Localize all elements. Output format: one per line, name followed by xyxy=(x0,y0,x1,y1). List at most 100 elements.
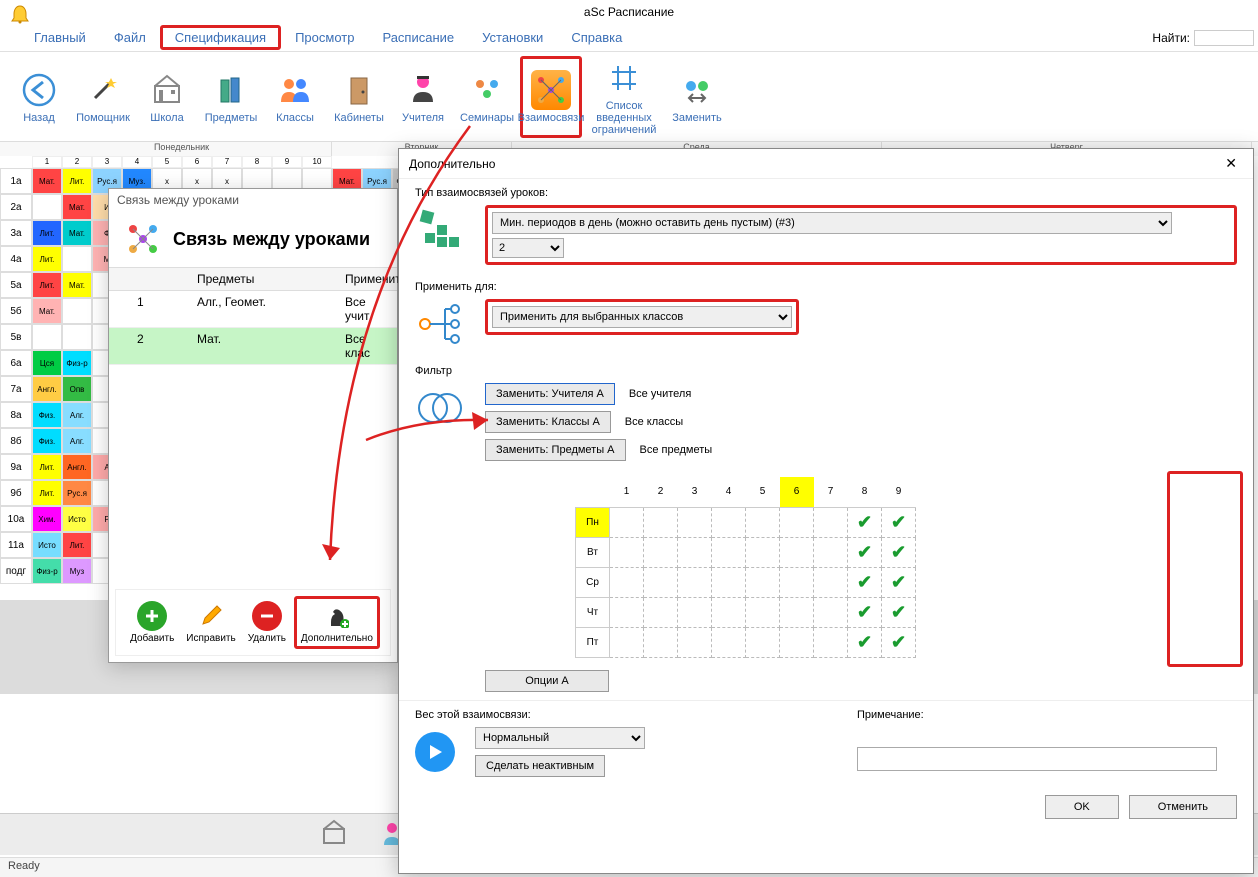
grid-cell[interactable] xyxy=(780,627,814,657)
grid-cell[interactable] xyxy=(780,507,814,537)
ribbon-books[interactable]: Предметы xyxy=(200,56,262,138)
weight-select[interactable]: Нормальный xyxy=(475,727,645,749)
grid-cell[interactable] xyxy=(814,597,848,627)
grid-cell[interactable] xyxy=(814,507,848,537)
menu-help[interactable]: Справка xyxy=(557,26,636,49)
grid-cell[interactable] xyxy=(814,627,848,657)
grid-cell[interactable] xyxy=(746,507,780,537)
table-row[interactable]: 2 Мат. Все клас xyxy=(109,328,397,365)
grid-cell[interactable] xyxy=(678,567,712,597)
menu-file[interactable]: Файл xyxy=(100,26,160,49)
minus-icon xyxy=(252,601,282,631)
grid-cell[interactable] xyxy=(644,627,678,657)
grid-cell[interactable] xyxy=(712,567,746,597)
count-select[interactable]: 2 xyxy=(492,238,564,258)
tree-icon xyxy=(415,299,465,349)
ribbon-back[interactable]: Назад xyxy=(8,56,70,138)
grid-cell[interactable] xyxy=(746,597,780,627)
grid-cell[interactable] xyxy=(644,567,678,597)
filter-replace-button[interactable]: Заменить: Учителя А xyxy=(485,383,615,405)
filter-replace-button[interactable]: Заменить: Классы А xyxy=(485,411,611,433)
dialog1-table-header: Предметы Применит xyxy=(109,267,397,291)
grid-cell[interactable]: ✔ xyxy=(882,507,916,537)
grid-cell[interactable] xyxy=(678,537,712,567)
grid-cell[interactable] xyxy=(712,537,746,567)
find-input[interactable] xyxy=(1194,30,1254,46)
filter-value: Все предметы xyxy=(640,444,713,456)
menu-main[interactable]: Главный xyxy=(20,26,100,49)
grid-cell[interactable] xyxy=(610,537,644,567)
grid-cell[interactable] xyxy=(644,537,678,567)
title-bar: aSc Расписание xyxy=(0,0,1258,24)
grid-cell[interactable] xyxy=(712,597,746,627)
table-row[interactable]: 1 Алг., Геомет. Все учит xyxy=(109,291,397,328)
ribbon-graph[interactable]: Взаимосвязи xyxy=(520,56,582,138)
menu-settings[interactable]: Установки xyxy=(468,26,557,49)
grid-cell[interactable] xyxy=(814,537,848,567)
menu-specification[interactable]: Спецификация xyxy=(160,25,281,50)
toolbar-pencil-button[interactable]: Исправить xyxy=(182,599,239,646)
grid-cell[interactable] xyxy=(610,597,644,627)
school-icon[interactable] xyxy=(320,819,348,850)
grid-cell[interactable] xyxy=(644,597,678,627)
grid-cell[interactable] xyxy=(746,537,780,567)
hash-icon xyxy=(604,58,644,98)
grid-cell[interactable]: ✔ xyxy=(882,627,916,657)
grid-cell[interactable] xyxy=(780,567,814,597)
toolbar-knight-button[interactable]: Дополнительно xyxy=(294,596,380,649)
ribbon-teacher[interactable]: Учителя xyxy=(392,56,454,138)
note-input[interactable] xyxy=(857,747,1217,771)
menu-timetable[interactable]: Расписание xyxy=(368,26,468,49)
grid-cell[interactable] xyxy=(678,627,712,657)
apply-select[interactable]: Применить для выбранных классов xyxy=(492,306,792,328)
filter-value: Все классы xyxy=(625,416,683,428)
grid-cell[interactable]: ✔ xyxy=(882,597,916,627)
play-icon xyxy=(415,732,455,772)
grid-cell[interactable] xyxy=(610,507,644,537)
grid-cell[interactable] xyxy=(712,507,746,537)
grid-cell[interactable] xyxy=(780,537,814,567)
apply-label: Применить для: xyxy=(415,281,1237,293)
make-inactive-button[interactable]: Сделать неактивным xyxy=(475,755,605,777)
ribbon-school[interactable]: Школа xyxy=(136,56,198,138)
close-icon[interactable]: ✕ xyxy=(1219,155,1243,172)
school-icon xyxy=(147,70,187,110)
ribbon-swap[interactable]: Заменить xyxy=(666,56,728,138)
menu-view[interactable]: Просмотр xyxy=(281,26,368,49)
dialog1-header: Связь между уроками xyxy=(173,229,370,250)
toolbar-plus-button[interactable]: Добавить xyxy=(126,599,178,646)
type-select[interactable]: Мин. периодов в день (можно оставить ден… xyxy=(492,212,1172,234)
grid-cell[interactable] xyxy=(644,507,678,537)
type-label: Тип взаимосвязей уроков: xyxy=(415,187,1237,199)
graph-icon xyxy=(125,221,161,257)
grid-cell[interactable]: ✔ xyxy=(848,537,882,567)
ribbon-hash[interactable]: Список введенных ограничений xyxy=(584,56,664,138)
grid-cell[interactable]: ✔ xyxy=(848,567,882,597)
grid-cell[interactable]: ✔ xyxy=(848,507,882,537)
filter-replace-button[interactable]: Заменить: Предметы А xyxy=(485,439,626,461)
ribbon-door[interactable]: Кабинеты xyxy=(328,56,390,138)
grid-cell[interactable] xyxy=(712,627,746,657)
grid-cell[interactable] xyxy=(678,507,712,537)
grid-cell[interactable] xyxy=(746,627,780,657)
grid-cell[interactable]: ✔ xyxy=(848,627,882,657)
grid-cell[interactable] xyxy=(814,567,848,597)
grid-cell[interactable]: ✔ xyxy=(848,597,882,627)
ribbon-wand[interactable]: Помощник xyxy=(72,56,134,138)
ribbon-people[interactable]: Классы xyxy=(264,56,326,138)
ok-button[interactable]: OK xyxy=(1045,795,1119,819)
group-icon xyxy=(467,70,507,110)
grid-cell[interactable]: ✔ xyxy=(882,567,916,597)
grid-cell[interactable] xyxy=(610,567,644,597)
options-button[interactable]: Опции А xyxy=(485,670,609,692)
period-grid[interactable]: 123456789Пн✔✔Вт✔✔Ср✔✔Чт✔✔Пт✔✔ xyxy=(575,477,916,658)
cancel-button[interactable]: Отменить xyxy=(1129,795,1237,819)
grid-cell[interactable] xyxy=(746,567,780,597)
grid-cell[interactable] xyxy=(610,627,644,657)
grid-cell[interactable] xyxy=(678,597,712,627)
ribbon-group[interactable]: Семинары xyxy=(456,56,518,138)
grid-cell[interactable] xyxy=(780,597,814,627)
grid-cell[interactable]: ✔ xyxy=(882,537,916,567)
status-text: Ready xyxy=(8,860,40,872)
toolbar-minus-button[interactable]: Удалить xyxy=(244,599,290,646)
